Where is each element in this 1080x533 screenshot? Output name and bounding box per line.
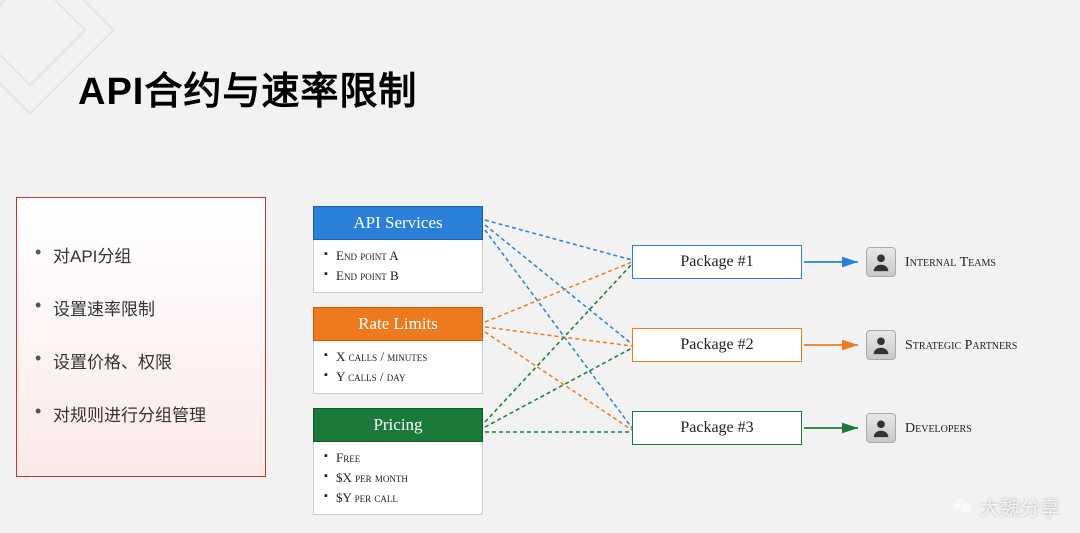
pricing-header: Pricing: [313, 408, 483, 442]
endpoint-item: End point A: [322, 246, 474, 266]
package-1: Package #1: [632, 245, 802, 279]
rule-item: 对API分组: [25, 228, 257, 281]
rule-item: 对规则进行分组管理: [25, 387, 257, 440]
price-item: $X per month: [322, 468, 474, 488]
role-strategic-partners: Strategic Partners: [905, 338, 1017, 354]
role-developers: Developers: [905, 421, 972, 437]
rate-item: X calls / minutes: [322, 347, 474, 367]
rate-limits-card: Rate Limits X calls / minutes Y calls / …: [313, 307, 483, 394]
rule-item: 设置速率限制: [25, 281, 257, 334]
wechat-icon: [952, 496, 974, 518]
rule-item: 设置价格、权限: [25, 334, 257, 387]
rate-limits-header: Rate Limits: [313, 307, 483, 341]
rate-item: Y calls / day: [322, 367, 474, 387]
watermark-text: 大魏分享: [980, 492, 1060, 521]
pricing-card: Pricing Free $X per month $Y per call: [313, 408, 483, 515]
price-item: Free: [322, 448, 474, 468]
api-services-card: API Services End point A End point B: [313, 206, 483, 293]
endpoint-item: End point B: [322, 266, 474, 286]
package-3: Package #3: [632, 411, 802, 445]
person-icon: [866, 247, 896, 277]
api-services-header: API Services: [313, 206, 483, 240]
package-2: Package #2: [632, 328, 802, 362]
rules-box: 对API分组 设置速率限制 设置价格、权限 对规则进行分组管理: [16, 197, 266, 477]
slide-title: API合约与速率限制: [78, 60, 417, 115]
person-icon: [866, 413, 896, 443]
watermark: 大魏分享: [952, 492, 1060, 521]
role-internal-teams: Internal Teams: [905, 255, 996, 271]
person-icon: [866, 330, 896, 360]
price-item: $Y per call: [322, 488, 474, 508]
